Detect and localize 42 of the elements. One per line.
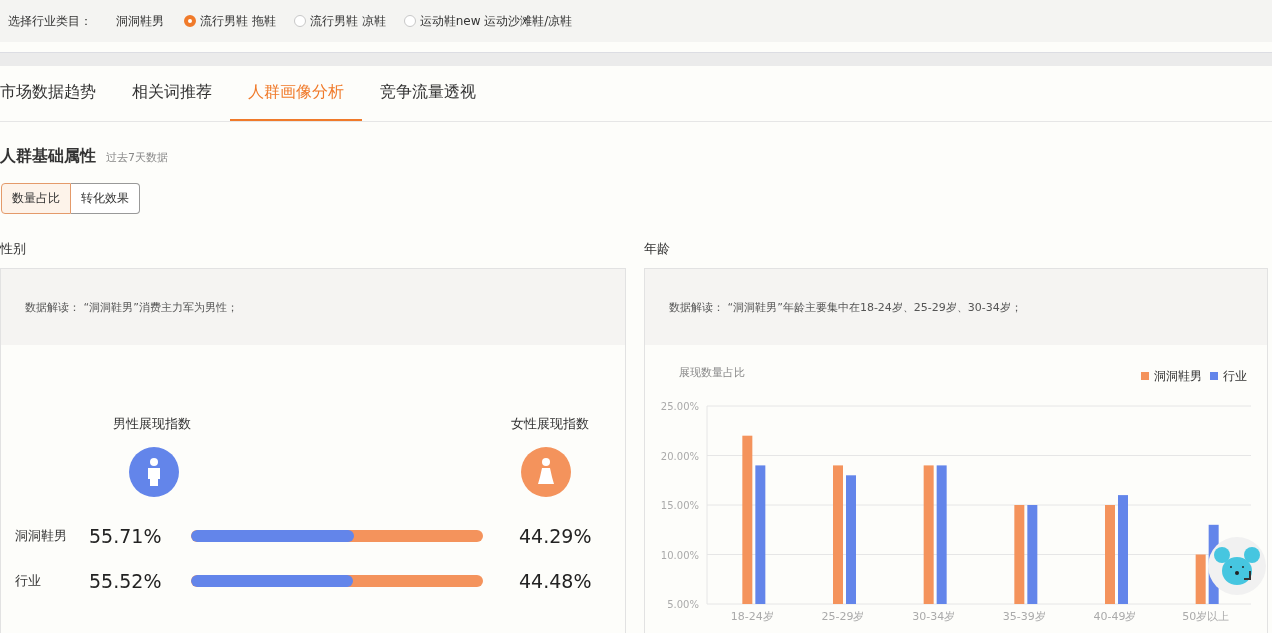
bar (1195, 554, 1206, 604)
section-title: 人群基础属性 (0, 146, 96, 167)
female-person-icon (521, 447, 571, 497)
x-axis-label: 25-29岁 (821, 610, 865, 623)
x-axis-label: 35-39岁 (1002, 610, 1046, 623)
female-percentage: 44.29% (519, 524, 592, 547)
category-radio-option[interactable]: 流行男鞋 拖鞋 (184, 12, 276, 30)
row-label: 洞洞鞋男 (14, 526, 68, 545)
x-axis-label: 18-24岁 (730, 610, 774, 623)
data-note: 数据解读： “洞洞鞋男”年龄主要集中在18-24岁、25-29岁、30-34岁； (669, 299, 1022, 315)
legend-item[interactable]: 行业 (1210, 361, 1247, 391)
chart-title: 展现数量占比 (679, 365, 745, 381)
section-subtitle: 过去7天数据 (106, 150, 168, 165)
segment-button[interactable]: 转化效果 (71, 183, 140, 214)
male-index-label: 男性展现指数 (113, 415, 191, 433)
female-index-label: 女性展现指数 (511, 415, 589, 433)
category-radio-option[interactable]: 流行男鞋 凉鞋 (293, 12, 386, 30)
tab[interactable]: 市场数据趋势 (0, 66, 114, 121)
y-axis-label: 5.00% (667, 599, 699, 610)
y-axis-label: 20.00% (660, 450, 699, 462)
category-radio-option[interactable]: 运动鞋new 运动沙滩鞋/凉鞋 (403, 12, 573, 30)
filter-label: 选择行业类目： (8, 12, 92, 30)
panel-title: 性别 (0, 241, 26, 256)
legend-item[interactable]: 洞洞鞋男 (1141, 361, 1202, 391)
x-axis-label: 50岁以上 (1182, 610, 1230, 623)
y-axis-label: 25.00% (660, 401, 699, 412)
x-axis-label: 30-34岁 (912, 610, 956, 623)
panel-title: 年龄 (644, 241, 670, 256)
row-label: 行业 (14, 571, 42, 590)
segment-button[interactable]: 数量占比 (1, 183, 71, 214)
male-person-icon (129, 447, 179, 497)
male-percentage: 55.52% (89, 569, 163, 592)
tab[interactable]: 相关词推荐 (114, 66, 230, 121)
mouse-mascot-icon[interactable] (1208, 537, 1266, 595)
female-percentage: 44.48% (519, 569, 592, 592)
data-note: 数据解读： “洞洞鞋男”消费主力军为男性； (25, 299, 238, 315)
male-percentage: 55.71% (89, 524, 163, 547)
tab[interactable]: 竞争流量透视 (362, 66, 494, 121)
y-axis-label: 10.00% (660, 549, 699, 561)
y-axis-label: 15.00% (660, 500, 699, 511)
x-axis-label: 40-49岁 (1093, 610, 1137, 623)
category-name: 洞洞鞋男 (116, 12, 164, 30)
